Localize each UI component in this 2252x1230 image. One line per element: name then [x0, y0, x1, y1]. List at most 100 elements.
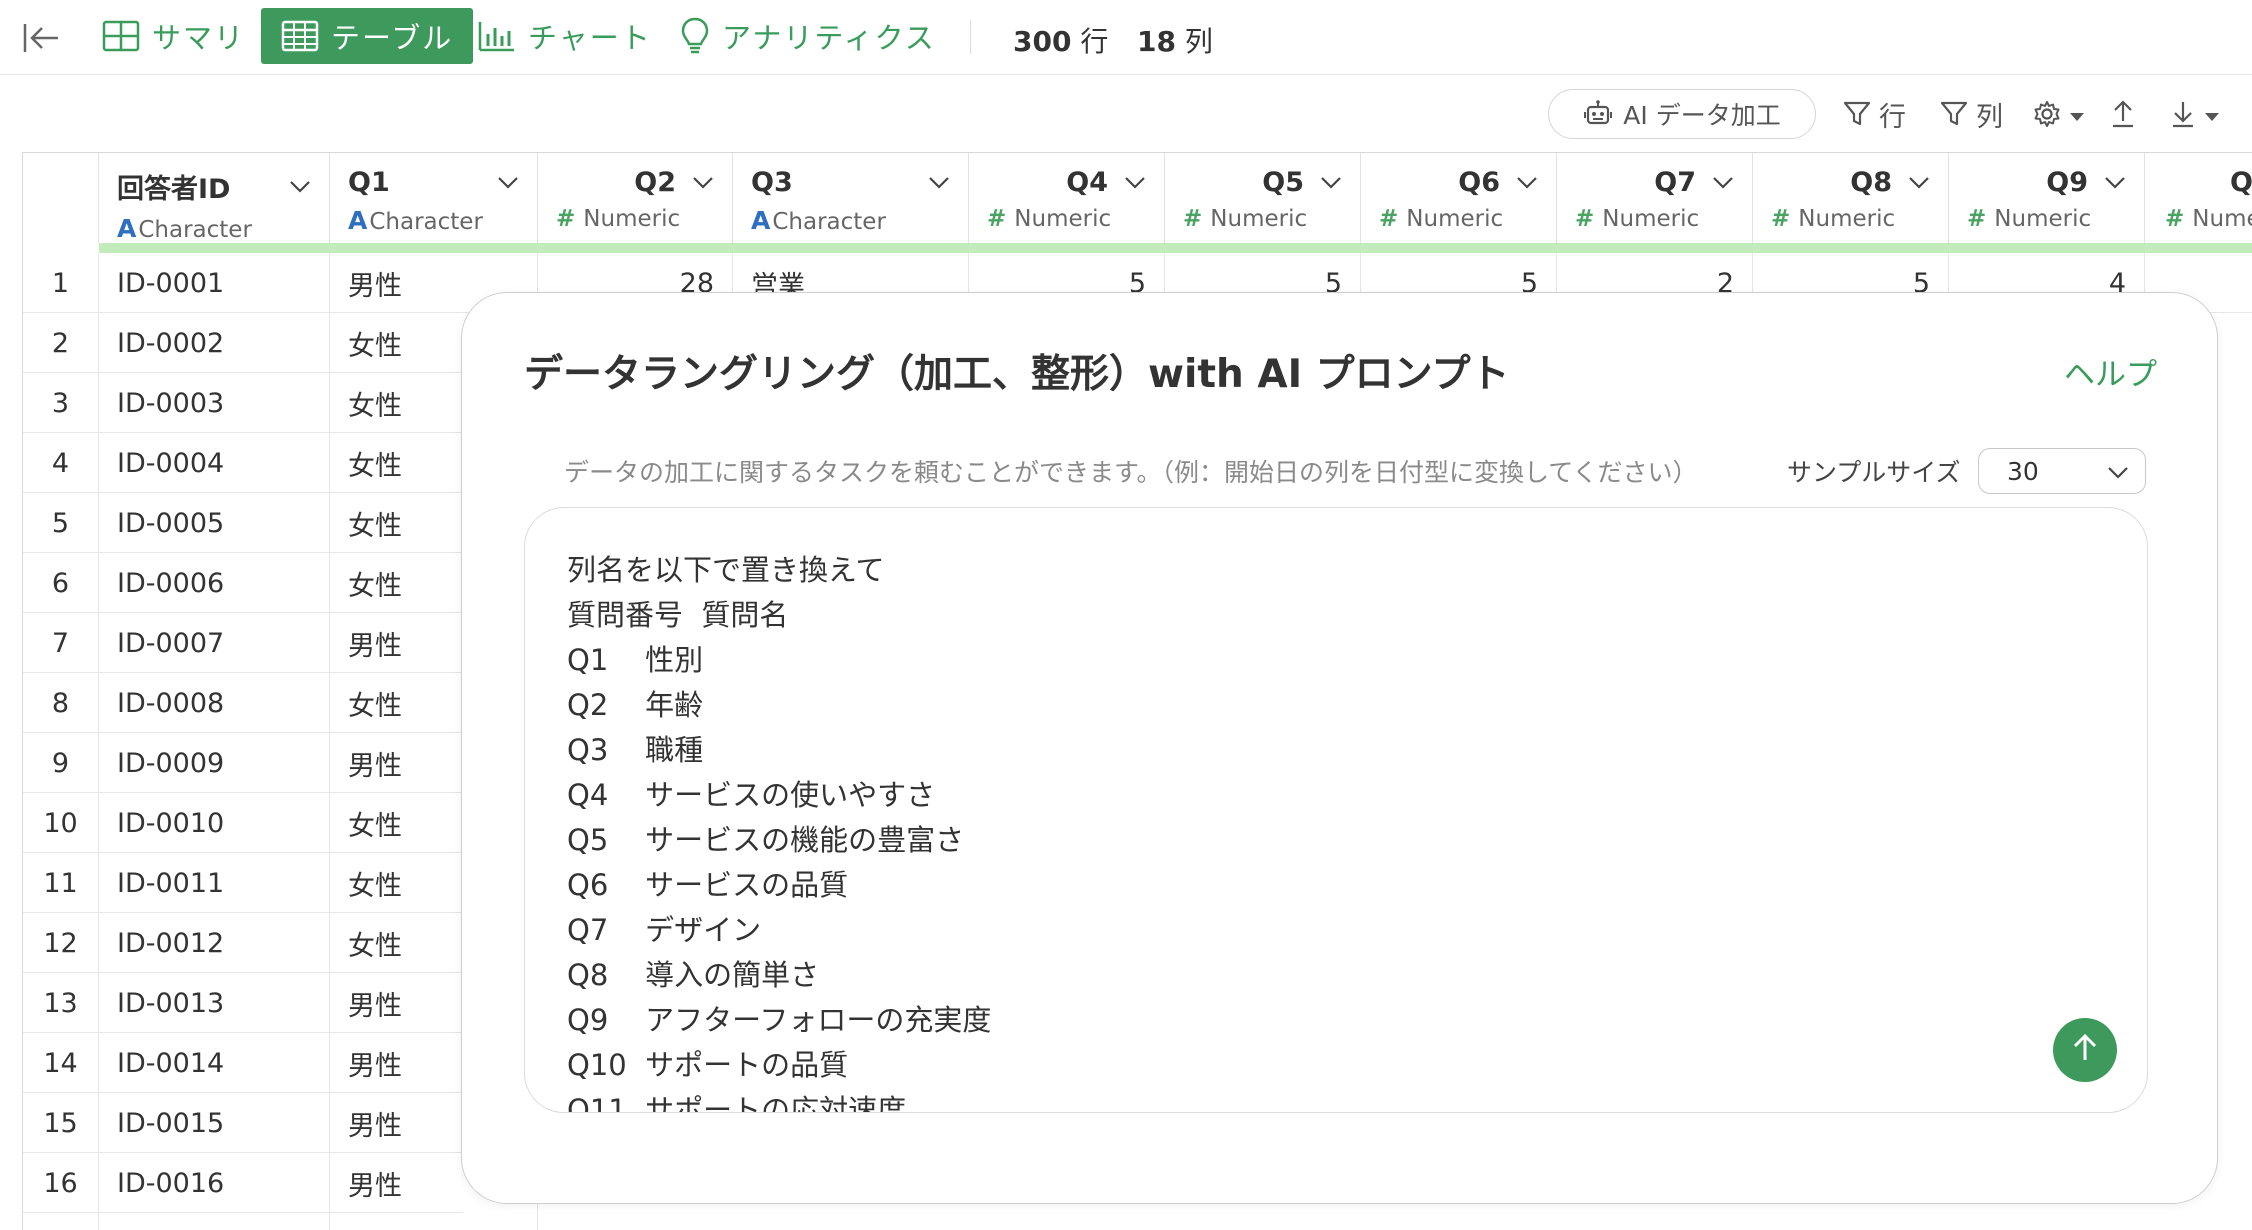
cell-respondent-id[interactable]: ID-0008: [99, 673, 330, 733]
cell-respondent-id[interactable]: ID-0005: [99, 493, 330, 553]
cell-respondent-id[interactable]: ID-0003: [99, 373, 330, 433]
row-index: 12: [23, 913, 99, 973]
row-index: 14: [23, 1033, 99, 1093]
column-name: Q1: [348, 167, 390, 198]
cell-respondent-id[interactable]: ID-0009: [99, 733, 330, 793]
caret-down-icon: [2204, 99, 2220, 130]
column-header[interactable]: Q6 # Numeric: [1361, 153, 1557, 243]
type-mark: A: [751, 206, 771, 235]
table-row: 7 ID-0007 男性: [23, 613, 538, 673]
table-row: 16 ID-0016 男性: [23, 1153, 538, 1213]
chevron-down-icon[interactable]: [1516, 176, 1538, 190]
gear-icon: [2033, 100, 2061, 128]
top-bar: サマリ テーブル チャート アナリティクス 300 行 18 列: [0, 0, 2252, 75]
help-link[interactable]: ヘルプ: [2064, 349, 2157, 394]
column-header[interactable]: Q5 # Numeric: [1165, 153, 1361, 243]
chevron-down-icon[interactable]: [289, 180, 311, 194]
type-mark: #: [987, 206, 1007, 232]
table-row: 6 ID-0006 女性: [23, 553, 538, 613]
cell-respondent-id[interactable]: ID-0006: [99, 553, 330, 613]
row-index: 3: [23, 373, 99, 433]
row-index: 7: [23, 613, 99, 673]
cell-respondent-id[interactable]: ID-0014: [99, 1033, 330, 1093]
sample-size-select[interactable]: 30: [1978, 448, 2146, 494]
column-type: Numeric: [1994, 206, 2092, 232]
table-row: 15 ID-0015 男性: [23, 1093, 538, 1153]
cell-respondent-id[interactable]: ID-0001: [99, 253, 330, 313]
row-count: 300 行: [1013, 20, 1108, 60]
cell-respondent-id[interactable]: ID-0012: [99, 913, 330, 973]
sample-size-value: 30: [2007, 456, 2039, 486]
row-index-header: [23, 153, 99, 243]
column-header[interactable]: Q9 # Numeric: [1949, 153, 2145, 243]
column-header[interactable]: Q1 ACharacter: [330, 153, 538, 243]
cell-respondent-id[interactable]: ID-0010: [99, 793, 330, 853]
prompt-textarea[interactable]: 列名を以下で置き換えて 質問番号 質問名 Q1 性別 Q2 年齢 Q3 職種 Q…: [524, 507, 2148, 1113]
tab-table-label: テーブル: [331, 21, 454, 55]
cell-respondent-id[interactable]: ID-0007: [99, 613, 330, 673]
chevron-down-icon[interactable]: [1124, 176, 1146, 190]
row-index: [23, 1213, 99, 1230]
filter-rows-label: 行: [1879, 101, 1906, 133]
cell-q1[interactable]: [330, 1213, 538, 1230]
chevron-down-icon[interactable]: [1908, 176, 1930, 190]
chevron-down-icon[interactable]: [1320, 176, 1342, 190]
column-count-unit: 列: [1184, 25, 1213, 58]
caret-down-icon: [2069, 99, 2085, 130]
type-mark: #: [556, 206, 576, 232]
type-mark: #: [1967, 206, 1987, 232]
cell-respondent-id[interactable]: ID-0004: [99, 433, 330, 493]
filter-icon: [1940, 100, 1968, 128]
cell-respondent-id[interactable]: [99, 1213, 330, 1230]
send-button[interactable]: [2053, 1018, 2117, 1082]
column-header[interactable]: Q4 # Numeric: [969, 153, 1165, 243]
chevron-down-icon[interactable]: [2104, 176, 2126, 190]
download-dropdown-button[interactable]: [2170, 94, 2220, 134]
filter-columns-button[interactable]: 列: [1940, 94, 2003, 134]
cell-respondent-id[interactable]: ID-0015: [99, 1093, 330, 1153]
column-header[interactable]: 回答者ID ACharacter: [99, 153, 330, 243]
cell-respondent-id[interactable]: ID-0013: [99, 973, 330, 1033]
column-count-value: 18: [1137, 25, 1176, 58]
row-index: 13: [23, 973, 99, 1033]
column-header[interactable]: Q10 # Numeric: [2145, 153, 2252, 243]
column-name: Q4: [1066, 167, 1108, 198]
table-row: 14 ID-0014 男性: [23, 1033, 538, 1093]
column-name: Q6: [1458, 167, 1500, 198]
column-type: Numeric: [1406, 206, 1504, 232]
chevron-down-icon[interactable]: [497, 176, 519, 190]
column-name: Q10: [2230, 167, 2252, 198]
column-header[interactable]: Q3 ACharacter: [733, 153, 969, 243]
filter-rows-button[interactable]: 行: [1843, 94, 1906, 134]
row-index: 9: [23, 733, 99, 793]
chevron-down-icon[interactable]: [1712, 176, 1734, 190]
lightbulb-icon: [680, 17, 710, 55]
tab-analytics[interactable]: アナリティクス: [680, 8, 936, 64]
ai-data-processing-button[interactable]: AI データ加工: [1548, 89, 1816, 139]
cell-respondent-id[interactable]: ID-0002: [99, 313, 330, 373]
tab-table[interactable]: テーブル: [261, 8, 474, 64]
table-row: 13 ID-0013 男性: [23, 973, 538, 1033]
table-row: 10 ID-0010 女性: [23, 793, 538, 853]
bar-chart-icon: [478, 20, 516, 52]
column-header[interactable]: Q7 # Numeric: [1557, 153, 1753, 243]
type-mark: #: [1379, 206, 1399, 232]
tab-summary[interactable]: サマリ: [102, 8, 245, 64]
settings-dropdown-button[interactable]: [2033, 94, 2085, 134]
row-count-unit: 行: [1080, 25, 1109, 58]
tab-chart[interactable]: チャート: [478, 8, 652, 64]
chevron-down-icon[interactable]: [928, 176, 950, 190]
type-mark: #: [1771, 206, 1791, 232]
column-type: Character: [369, 209, 483, 235]
column-header[interactable]: Q8 # Numeric: [1753, 153, 1949, 243]
cell-respondent-id[interactable]: ID-0016: [99, 1153, 330, 1213]
chevron-down-icon[interactable]: [692, 176, 714, 190]
ai-prompt-dialog: データラングリング（加工、整形）with AI プロンプト ヘルプ データの加工…: [461, 292, 2218, 1204]
table-icon: [281, 20, 319, 52]
row-index: 5: [23, 493, 99, 553]
collapse-sidebar-icon[interactable]: [22, 22, 60, 58]
column-header[interactable]: Q2 # Numeric: [538, 153, 733, 243]
cell-respondent-id[interactable]: ID-0011: [99, 853, 330, 913]
upload-button[interactable]: [2110, 94, 2144, 134]
upload-arrow-icon: [2110, 99, 2136, 129]
